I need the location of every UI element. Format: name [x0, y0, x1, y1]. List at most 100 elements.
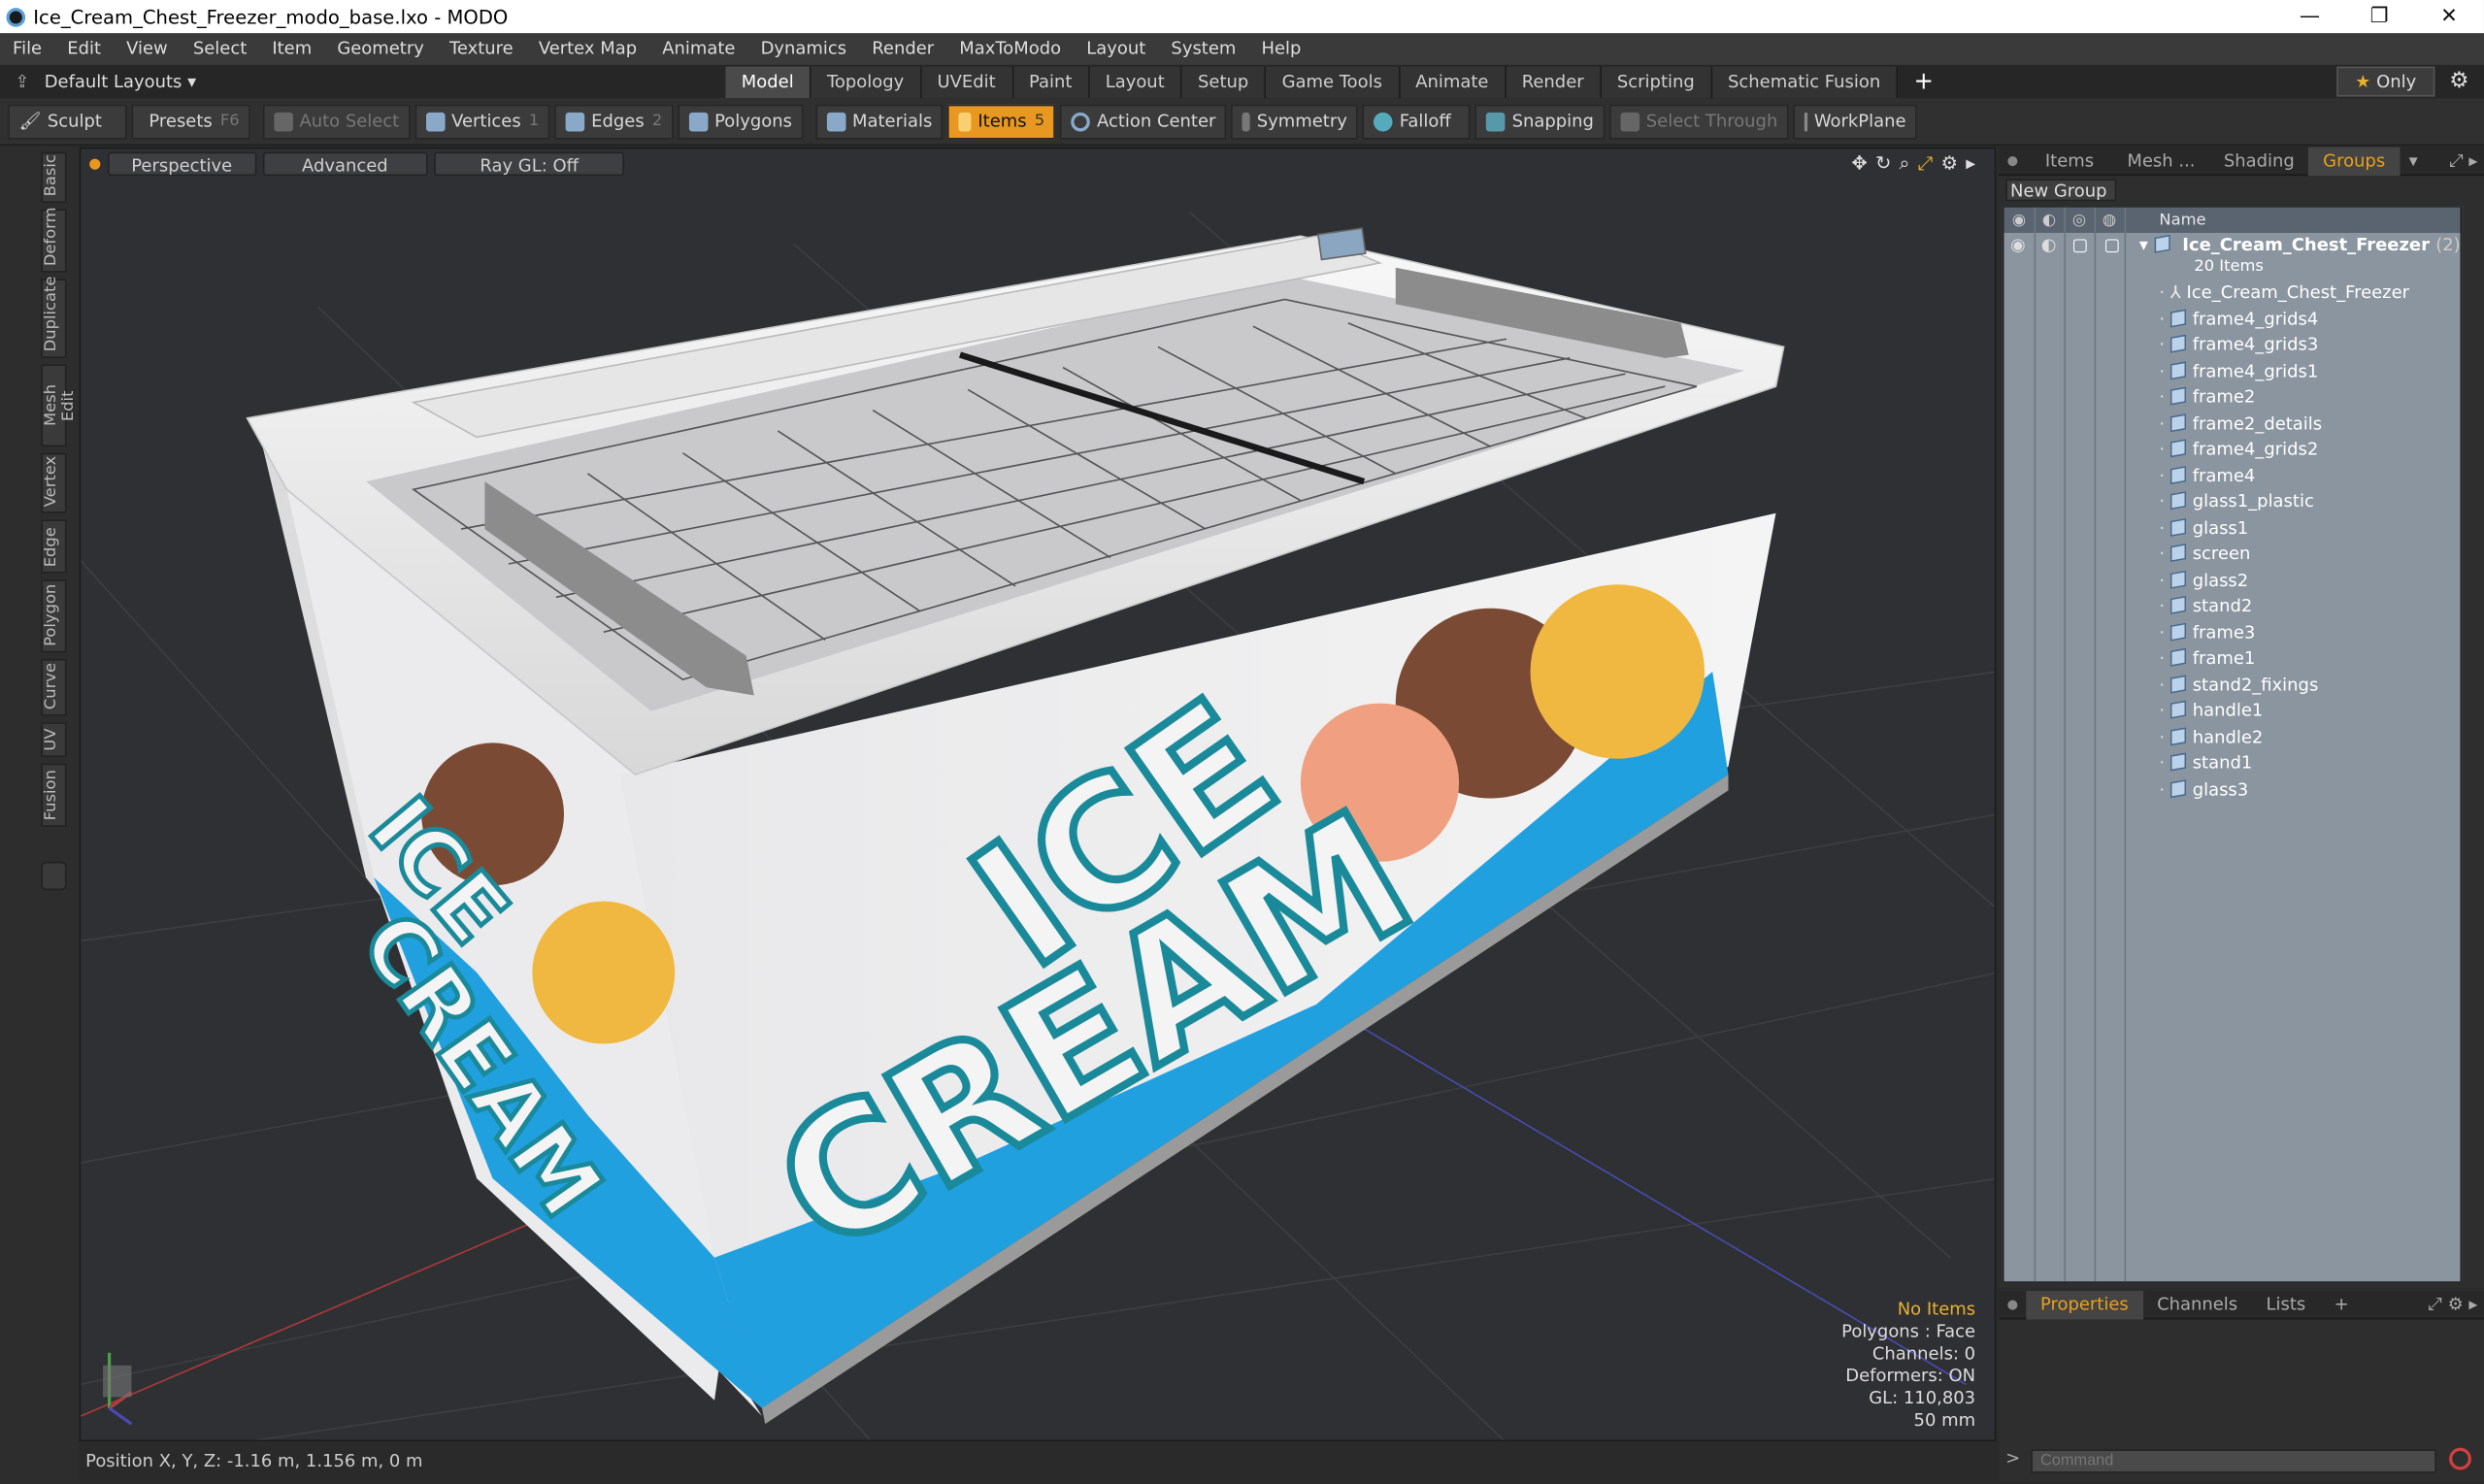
maximize-view-icon[interactable]: ⤢ — [1918, 152, 1934, 176]
action-center-button[interactable]: Action Center — [1060, 103, 1227, 139]
3d-viewport[interactable]: ● Perspective Advanced Ray GL: Off ✥ ↻ ⌕… — [79, 147, 1997, 1442]
polygons-button[interactable]: Polygons — [678, 103, 804, 139]
menu-dynamics[interactable]: Dynamics — [748, 33, 860, 65]
lock-column-icon[interactable]: ◎ — [2064, 212, 2094, 229]
menu-geometry[interactable]: Geometry — [324, 33, 437, 65]
vtab-fusion[interactable]: Fusion — [41, 763, 67, 827]
menu-vertex-map[interactable]: Vertex Map — [526, 33, 649, 65]
bottom-panel-expand-icon[interactable]: ⤢ ⚙ ▸ — [2429, 1294, 2484, 1316]
menu-system[interactable]: System — [1158, 33, 1248, 65]
menu-render[interactable]: Render — [859, 33, 946, 65]
layout-up-icon[interactable]: ⇪ — [0, 71, 45, 91]
tree-item-row[interactable]: · frame2_details — [2159, 412, 2322, 437]
vtab-curve[interactable]: Curve — [41, 658, 67, 716]
maximize-button[interactable]: ❐ — [2344, 5, 2414, 28]
bottom-panel-menu-icon[interactable]: ● — [2000, 1298, 2027, 1312]
tab-dropdown-icon[interactable]: ▾ — [2400, 150, 2428, 171]
tree-item-row[interactable]: · frame1 — [2159, 646, 2255, 672]
panel-expand-icon[interactable]: ⤢ ▸ — [2449, 149, 2484, 172]
gear-icon[interactable]: ⚙ — [2449, 68, 2469, 93]
tree-item-row[interactable]: · handle2 — [2159, 725, 2263, 750]
tree-item-row[interactable]: · glass1_plastic — [2159, 489, 2313, 514]
rotate-view-icon[interactable]: ↻ — [1875, 152, 1891, 176]
tab-game-tools[interactable]: Game Tools — [1266, 66, 1400, 99]
zoom-view-icon[interactable]: ⌕ — [1900, 152, 1910, 176]
tab-groups[interactable]: Groups — [2308, 146, 2400, 176]
menu-maxtomodo[interactable]: MaxToModo — [946, 33, 1074, 65]
viewport-gear-icon[interactable]: ⚙ — [1941, 152, 1959, 176]
tree-item-row[interactable]: · stand2_fixings — [2159, 673, 2318, 698]
tab-mesh[interactable]: Mesh ... — [2113, 147, 2209, 175]
viewport-arrow-icon[interactable]: ▸ — [1966, 152, 1975, 176]
vertices-button[interactable]: Vertices 1 — [414, 103, 550, 139]
materials-button[interactable]: Materials — [815, 103, 944, 139]
viewport-menu-dot-icon[interactable]: ● — [88, 156, 101, 172]
tree-item-row[interactable]: · stand2 — [2159, 594, 2252, 619]
render-icon[interactable]: ◐ — [2041, 235, 2057, 255]
eye-icon[interactable]: ◉ — [2010, 235, 2026, 255]
tab-lists[interactable]: Lists — [2252, 1290, 2320, 1318]
tree-item-row[interactable]: · frame4_grids1 — [2159, 359, 2318, 384]
menu-texture[interactable]: Texture — [437, 33, 526, 65]
tab-topology[interactable]: Topology — [811, 66, 922, 99]
tree-item-row[interactable]: · frame4_grids3 — [2159, 333, 2318, 358]
tree-item-row[interactable]: · glass3 — [2159, 776, 2248, 802]
lock-checkbox[interactable]: ▢ — [2072, 235, 2089, 255]
tree-item-row[interactable]: · stand1 — [2159, 751, 2252, 776]
tab-paint[interactable]: Paint — [1012, 66, 1090, 99]
add-tab-button[interactable]: + — [1898, 67, 1949, 99]
move-view-icon[interactable]: ✥ — [1851, 152, 1867, 176]
select-checkbox[interactable]: ▢ — [2104, 235, 2121, 255]
tree-item-row[interactable]: · ⅄ Ice_Cream_Chest_Freezer — [2159, 280, 2409, 306]
tree-item-row[interactable]: · glass1 — [2159, 515, 2248, 541]
vtab-basic[interactable]: Basic — [41, 151, 67, 203]
tree-item-row[interactable]: · handle1 — [2159, 699, 2263, 724]
panel-menu-icon[interactable]: ● — [2000, 153, 2027, 168]
render-column-icon[interactable]: ◐ — [2034, 212, 2064, 229]
minimize-button[interactable]: — — [2275, 5, 2345, 28]
vtab-uv[interactable]: UV — [41, 722, 67, 758]
vtab-deform[interactable]: Deform — [41, 208, 67, 273]
record-icon[interactable] — [2449, 1447, 2471, 1470]
expand-arrow-icon[interactable]: ▾ — [2139, 235, 2148, 255]
command-input[interactable] — [2031, 1449, 2437, 1473]
visibility-column-icon[interactable]: ◉ — [2004, 212, 2034, 229]
default-layouts-dropdown[interactable]: Default Layouts ▾ — [45, 71, 203, 91]
snapping-button[interactable]: Snapping — [1475, 103, 1606, 139]
sculpt-button[interactable]: 🖌 Sculpt — [8, 103, 127, 139]
tab-uvedit[interactable]: UVEdit — [921, 66, 1013, 99]
raygl-button[interactable]: Ray GL: Off — [434, 151, 625, 177]
menu-layout[interactable]: Layout — [1074, 33, 1158, 65]
items-button[interactable]: Items 5 — [947, 103, 1056, 139]
menu-help[interactable]: Help — [1248, 33, 1313, 65]
close-button[interactable]: ✕ — [2414, 5, 2484, 28]
edges-button[interactable]: Edges 2 — [554, 103, 674, 139]
workplane-button[interactable]: WorkPlane — [1793, 103, 1917, 139]
menu-view[interactable]: View — [114, 33, 181, 65]
tab-setup[interactable]: Setup — [1181, 66, 1267, 99]
menu-animate[interactable]: Animate — [649, 33, 747, 65]
select-column-icon[interactable]: ◍ — [2095, 212, 2125, 229]
new-group-button[interactable]: New Group — [2005, 179, 2117, 202]
tab-items[interactable]: Items — [2026, 147, 2112, 175]
tab-animate[interactable]: Animate — [1399, 66, 1507, 99]
tab-layout[interactable]: Layout — [1089, 66, 1182, 99]
tab-model[interactable]: Model — [725, 66, 811, 99]
tab-scripting[interactable]: Scripting — [1601, 66, 1712, 99]
vtab-duplicate[interactable]: Duplicate — [41, 277, 67, 358]
tree-item-row[interactable]: · frame2 — [2159, 385, 2255, 411]
vtab-mesh-edit[interactable]: Mesh Edit — [41, 364, 78, 447]
tree-item-row[interactable]: · frame4 — [2159, 463, 2255, 488]
only-toggle[interactable]: ★ Only — [2336, 66, 2435, 97]
tree-item-row[interactable]: · frame4_grids4 — [2159, 307, 2318, 332]
auto-select-button[interactable]: Auto Select — [262, 103, 411, 139]
menu-item[interactable]: Item — [259, 33, 324, 65]
perspective-button[interactable]: Perspective — [107, 151, 256, 177]
add-panel-tab-button[interactable]: + — [2320, 1290, 2363, 1318]
vtab-polygon[interactable]: Polygon — [41, 579, 67, 653]
select-through-button[interactable]: Select Through — [1609, 103, 1789, 139]
vtab-collapse[interactable] — [41, 861, 67, 891]
tree-item-row[interactable]: · frame4_grids2 — [2159, 437, 2318, 462]
tab-shading[interactable]: Shading — [2209, 147, 2308, 175]
vtab-edge[interactable]: Edge — [41, 519, 67, 574]
